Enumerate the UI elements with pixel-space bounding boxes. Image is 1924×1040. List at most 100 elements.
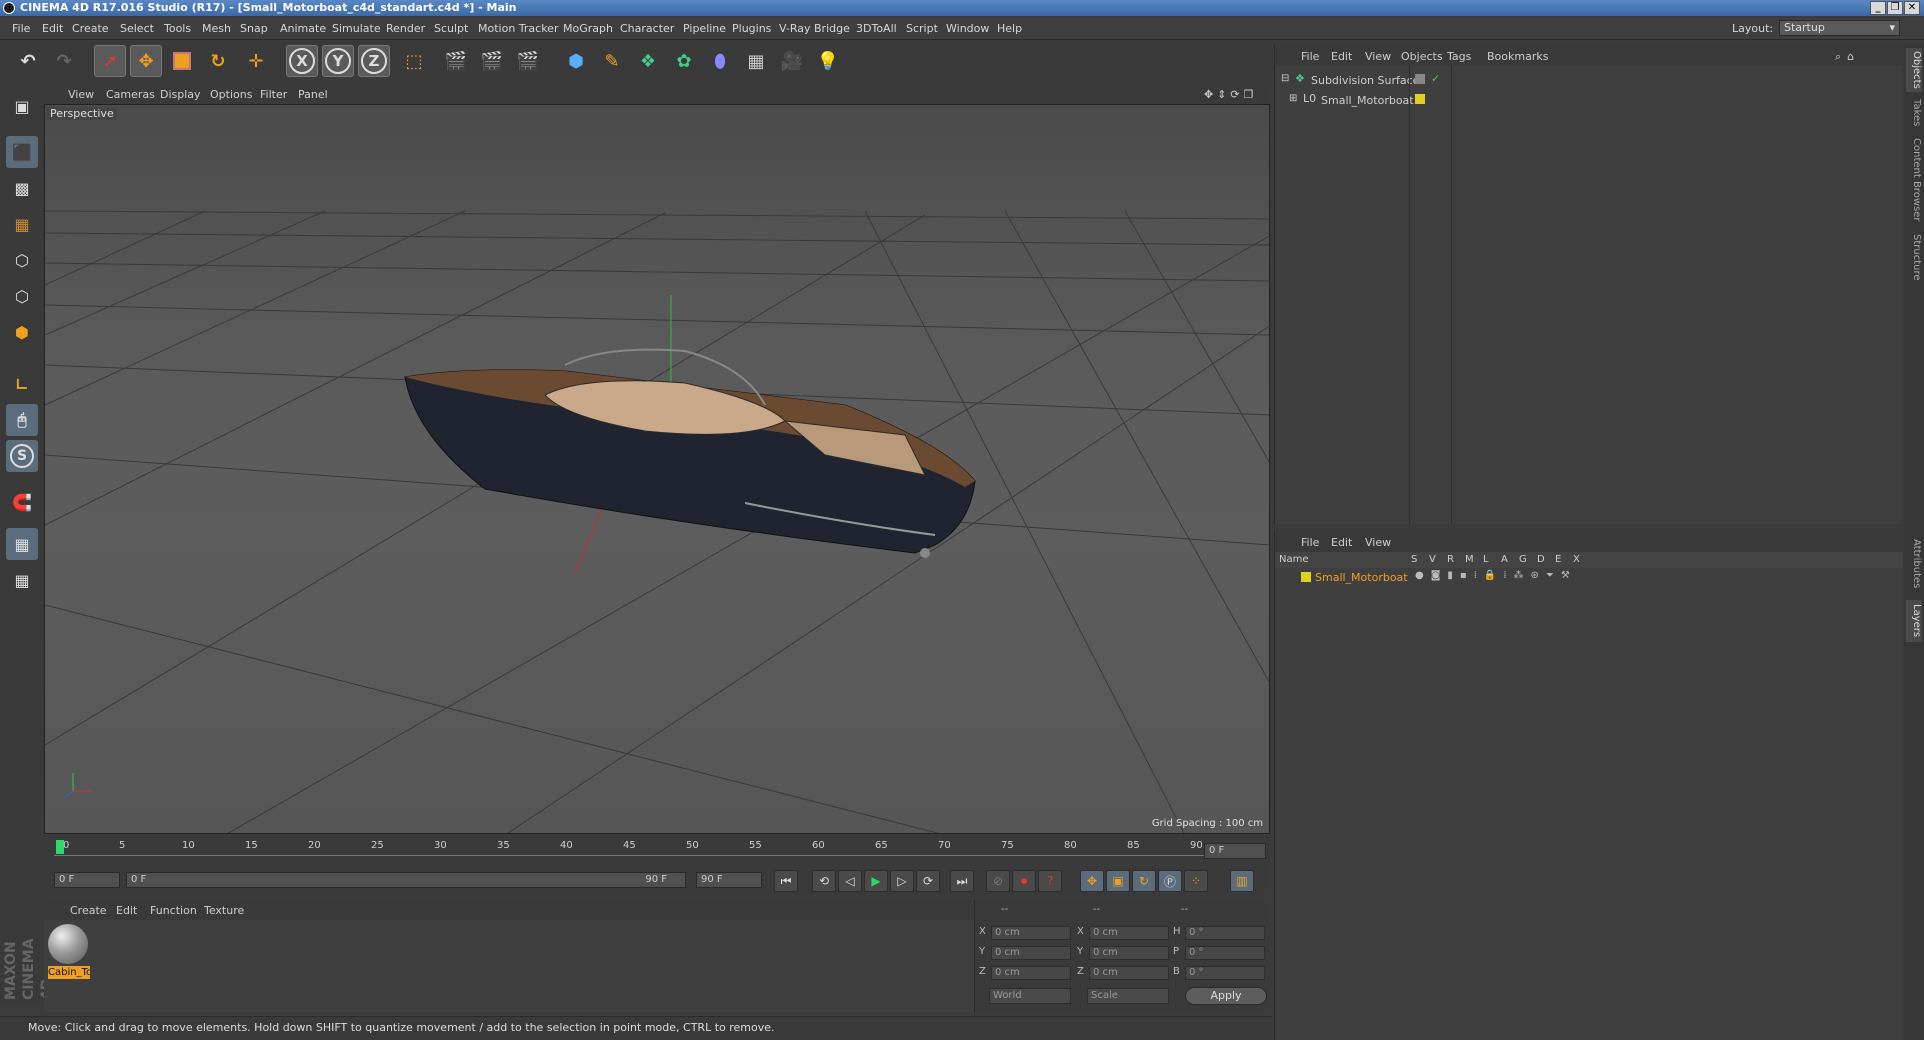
layer-menu-edit[interactable]: Edit xyxy=(1331,536,1352,549)
menu-mograph[interactable]: MoGraph xyxy=(563,22,613,35)
viewport-menu-cameras[interactable]: Cameras xyxy=(106,88,155,101)
material-menu-edit[interactable]: Edit xyxy=(116,904,137,917)
tweak-mode-button[interactable]: 🖰 xyxy=(6,404,38,436)
close-button[interactable]: ✕ xyxy=(1904,1,1920,15)
viewport-menu-panel[interactable]: Panel xyxy=(298,88,328,101)
edges-mode-button[interactable]: ⬡ xyxy=(6,280,38,312)
minimize-button[interactable]: _ xyxy=(1870,1,1886,15)
z-axis-button[interactable]: Z xyxy=(358,45,390,77)
column-deformers[interactable]: D xyxy=(1537,554,1545,565)
add-subdivision-button[interactable]: ❖ xyxy=(632,45,664,77)
object-menu-view[interactable]: View xyxy=(1365,50,1391,63)
perspective-viewport[interactable]: Perspective Grid Spacing : 100 cm xyxy=(44,104,1270,834)
menu-help[interactable]: Help xyxy=(997,22,1022,35)
end-frame-field[interactable]: 90 F xyxy=(696,872,762,888)
size-y-field[interactable]: 0 cm xyxy=(1089,946,1169,960)
enable-axis-button[interactable]: ∟ xyxy=(6,368,38,400)
object-menu-bookmarks[interactable]: Bookmarks xyxy=(1487,50,1548,63)
rotate-tool-button[interactable]: ↻ xyxy=(202,45,234,77)
layout-select[interactable]: Startup ▾ xyxy=(1779,20,1900,36)
previous-frame-button[interactable]: ◁ xyxy=(838,870,862,892)
expand-icon[interactable]: ⊞ xyxy=(1289,93,1297,104)
menu-file[interactable]: File xyxy=(12,22,30,35)
tab-structure[interactable]: Structure xyxy=(1906,230,1922,284)
x-axis-button[interactable]: X xyxy=(286,45,318,77)
object-name[interactable]: Small_Motorboat xyxy=(1321,94,1414,107)
object-row[interactable]: ⊞ L0 Small_Motorboat xyxy=(1275,90,1903,110)
workplane-mode-button[interactable]: ▦ xyxy=(6,208,38,240)
redo-button[interactable]: ↷ xyxy=(48,45,80,77)
texture-mode-button[interactable]: ▩ xyxy=(6,172,38,204)
live-selection-button[interactable]: ➚ xyxy=(94,45,126,77)
menu-mesh[interactable]: Mesh xyxy=(202,22,231,35)
tab-attributes[interactable]: Attributes xyxy=(1906,534,1922,594)
rotation-p-field[interactable]: 0 ° xyxy=(1185,946,1265,960)
apply-button[interactable]: Apply xyxy=(1185,987,1267,1005)
search-icon[interactable]: ⌕⌂ xyxy=(1835,50,1860,64)
viewport-menu-display[interactable]: Display xyxy=(160,88,201,101)
rotation-b-field[interactable]: 0 ° xyxy=(1185,966,1265,980)
material-menu-create[interactable]: Create xyxy=(70,904,107,917)
next-frame-button[interactable]: ▷ xyxy=(890,870,914,892)
current-frame-field[interactable]: 0 F xyxy=(1204,843,1266,859)
model-mode-button[interactable]: ⬛ xyxy=(6,136,38,168)
render-picture-viewer-button[interactable]: 🎬 xyxy=(476,45,508,77)
object-row[interactable]: ⊟ ❖ Subdivision Surface ✓ xyxy=(1275,70,1903,90)
autokey-button[interactable]: ⏺ xyxy=(1012,870,1036,892)
material-menu-function[interactable]: Function xyxy=(150,904,197,917)
material-menu-texture[interactable]: Texture xyxy=(204,904,244,917)
column-expressions[interactable]: E xyxy=(1555,554,1561,565)
make-editable-button[interactable]: ▣ xyxy=(6,90,38,122)
position-y-field[interactable]: 0 cm xyxy=(991,946,1071,960)
frame-range-slider[interactable]: 0 F 90 F xyxy=(126,872,686,888)
menu-tools[interactable]: Tools xyxy=(164,22,191,35)
key-parameter-button[interactable]: Ⓟ xyxy=(1158,870,1182,892)
menu-render[interactable]: Render xyxy=(386,22,425,35)
move-tool-button[interactable]: ✥ xyxy=(130,45,162,77)
add-light-button[interactable]: 💡 xyxy=(812,45,844,77)
menu-pipeline[interactable]: Pipeline xyxy=(683,22,726,35)
menu-snap[interactable]: Snap xyxy=(240,22,268,35)
snapping-button[interactable]: S xyxy=(6,440,38,472)
timeline-track[interactable] xyxy=(54,842,1240,856)
viewport-menu-view[interactable]: View xyxy=(68,88,94,101)
layer-row[interactable]: Small_Motorboat ●◙▮▪⁞🔒⁞⁂⊛⏷⚒ xyxy=(1275,570,1903,586)
menu-simulate[interactable]: Simulate xyxy=(332,22,381,35)
render-view-button[interactable]: 🎬 xyxy=(440,45,472,77)
column-generators[interactable]: G xyxy=(1519,554,1527,565)
menu-vray-bridge[interactable]: V-Ray Bridge xyxy=(779,22,850,35)
previous-key-button[interactable]: ⟲ xyxy=(812,870,836,892)
menu-script[interactable]: Script xyxy=(906,22,938,35)
menu-character[interactable]: Character xyxy=(620,22,674,35)
timeline-ruler[interactable]: 0 5 10 15 20 25 30 35 40 45 50 55 60 65 … xyxy=(44,836,1270,866)
material-item[interactable]: Cabin_Tc xyxy=(46,922,90,980)
column-name[interactable]: Name xyxy=(1279,554,1309,565)
coordinate-mode-select[interactable]: World xyxy=(989,988,1071,1004)
add-camera-button[interactable]: 🎥 xyxy=(776,45,808,77)
tab-content-browser[interactable]: Content Browser xyxy=(1906,136,1922,224)
menu-3dtoall[interactable]: 3DToAll xyxy=(856,22,897,35)
recent-tool-button[interactable]: ✛ xyxy=(240,45,272,77)
size-z-field[interactable]: 0 cm xyxy=(1089,966,1169,980)
tab-takes[interactable]: Takes xyxy=(1906,96,1922,130)
key-rotation-button[interactable]: ↻ xyxy=(1132,870,1156,892)
menu-animate[interactable]: Animate xyxy=(280,22,326,35)
add-cube-button[interactable]: ⬢ xyxy=(560,45,592,77)
go-to-end-button[interactable]: ⏭ xyxy=(950,870,974,892)
key-pla-button[interactable]: ⁘ xyxy=(1184,870,1208,892)
viewport-menu-options[interactable]: Options xyxy=(210,88,252,101)
tab-objects[interactable]: Objects xyxy=(1906,48,1922,92)
points-mode-button[interactable]: ⬡ xyxy=(6,244,38,276)
position-x-field[interactable]: 0 cm xyxy=(991,926,1071,940)
record-keys-button[interactable]: ⊘ xyxy=(986,870,1010,892)
layer-name[interactable]: Small_Motorboat xyxy=(1315,571,1408,584)
object-menu-file[interactable]: File xyxy=(1301,50,1319,63)
keyframe-selection-button[interactable]: ? xyxy=(1038,870,1062,892)
column-view[interactable]: V xyxy=(1429,554,1436,565)
layer-toggle-icons[interactable]: ●◙▮▪⁞🔒⁞⁂⊛⏷⚒ xyxy=(1415,570,1577,581)
column-solo[interactable]: S xyxy=(1411,554,1417,565)
go-to-start-button[interactable]: ⏮ xyxy=(774,870,798,892)
column-locked[interactable]: L xyxy=(1483,554,1489,565)
add-cloner-button[interactable]: ✿ xyxy=(668,45,700,77)
lock-workplane-button[interactable]: ▦ xyxy=(6,528,38,560)
